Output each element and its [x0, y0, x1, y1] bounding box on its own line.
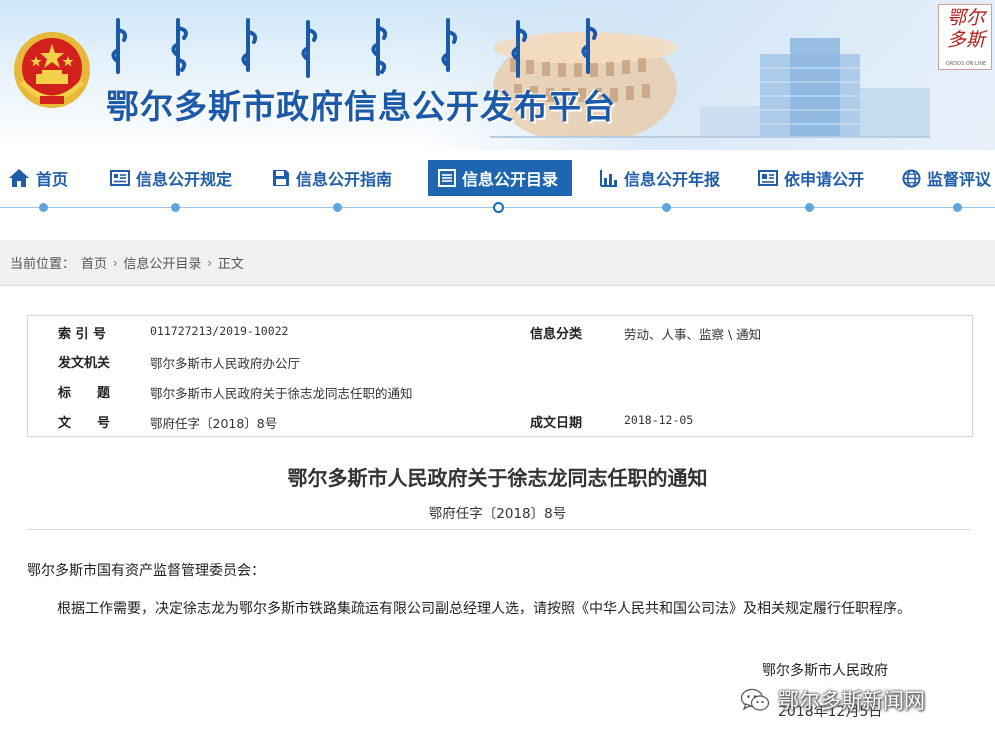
ordos-online-logo[interactable]: 鄂尔多斯 ORDOS ON LINE [938, 4, 992, 70]
nav-dot [953, 203, 962, 212]
docno-value: 鄂府任字〔2018〕8号 [150, 416, 278, 431]
main-nav: 首页 信息公开规定 信息公开指南 信息公开目录 信息公开年报 依申请公开 监督评… [0, 155, 995, 217]
date-value: 2018-12-05 [624, 413, 694, 427]
nav-item-label: 信息公开目录 [462, 170, 559, 189]
docno-label: 文 号 [58, 416, 111, 431]
nav-dot [171, 203, 180, 212]
bar-chart-icon [600, 170, 617, 187]
document-body: 根据工作需要，决定徐志龙为鄂尔多斯市铁路集疏运有限公司副总经理人选，请按照《中华… [57, 601, 911, 617]
nav-dot [39, 203, 48, 212]
site-title: 鄂尔多斯市政府信息公开发布平台 [106, 87, 616, 126]
category-value: 劳动、人事、监察 \ 通知 [624, 327, 762, 342]
breadcrumb-current: 正文 [217, 256, 244, 271]
info-row-issuer: 发文机关 鄂尔多斯市人民政府办公厅 [28, 346, 974, 376]
wechat-icon [740, 688, 770, 711]
nav-item-annual-report[interactable]: 信息公开年报 [600, 160, 720, 196]
nav-dot [333, 203, 342, 212]
breadcrumb-catalog[interactable]: 信息公开目录 [123, 253, 201, 272]
index-label: 索 引 号 [58, 327, 107, 342]
chevron-right-icon: › [113, 255, 118, 270]
document-number: 鄂府任字〔2018〕8号 [428, 506, 567, 522]
breadcrumb-prefix: 当前位置： [10, 256, 76, 271]
document-icon [110, 170, 130, 186]
home-icon [9, 169, 29, 187]
breadcrumb-home[interactable]: 首页 [81, 253, 107, 272]
list-icon [438, 169, 456, 187]
watermark: 鄂尔多斯新闻网 [740, 684, 925, 716]
document-addressee: 鄂尔多斯市国有资产监督管理委员会： [27, 563, 265, 579]
nav-item-catalog[interactable]: 信息公开目录 [428, 160, 573, 196]
watermark-text: 鄂尔多斯新闻网 [778, 689, 925, 713]
info-row-title: 标 题 鄂尔多斯市人民政府关于徐志龙同志任职的通知 [28, 376, 974, 406]
mongolian-script-graphic [111, 18, 598, 78]
divider [27, 529, 971, 530]
nav-item-guide[interactable]: 信息公开指南 [272, 160, 392, 196]
nav-item-label: 首页 [36, 170, 69, 189]
chevron-right-icon: › [207, 255, 212, 270]
nav-item-rules[interactable]: 信息公开规定 [110, 160, 232, 196]
site-banner: 鄂尔多斯市政府信息公开发布平台 鄂尔多斯 ORDOS ON LINE [0, 0, 995, 150]
nav-item-label: 信息公开指南 [296, 170, 393, 189]
card-icon [758, 170, 778, 186]
nav-item-supervision[interactable]: 监督评议 [902, 160, 991, 196]
document-info-table: 索 引 号 011727213/2019-10022 信息分类 劳动、人事、监察… [27, 315, 973, 437]
document-signature: 鄂尔多斯市人民政府 [762, 663, 888, 679]
save-icon [273, 170, 289, 186]
info-row-docno: 文 号 鄂府任字〔2018〕8号 成文日期 2018-12-05 [28, 406, 974, 436]
globe-icon [902, 168, 921, 188]
document-title: 鄂尔多斯市人民政府关于徐志龙同志任职的通知 [287, 466, 708, 490]
nav-dot [662, 203, 671, 212]
nav-item-apply[interactable]: 依申请公开 [758, 160, 864, 196]
logo-text: 鄂尔多斯 [946, 7, 985, 51]
index-value: 011727213/2019-10022 [150, 324, 289, 338]
nav-item-label: 依申请公开 [784, 170, 865, 189]
date-label: 成文日期 [530, 416, 583, 431]
logo-subtext: ORDOS ON LINE [945, 61, 987, 67]
issuer-label: 发文机关 [58, 356, 111, 371]
nav-item-label: 信息公开规定 [136, 170, 233, 189]
nav-dot [805, 203, 814, 212]
nav-dot-active [493, 202, 504, 213]
nav-item-home[interactable]: 首页 [8, 160, 68, 196]
nav-item-label: 监督评议 [927, 170, 992, 189]
national-emblem-icon [14, 32, 90, 108]
title-value: 鄂尔多斯市人民政府关于徐志龙同志任职的通知 [150, 386, 413, 401]
breadcrumb: 当前位置： 首页 › 信息公开目录 › 正文 [0, 240, 995, 286]
nav-item-label: 信息公开年报 [624, 170, 721, 189]
category-label: 信息分类 [530, 327, 583, 342]
title-label: 标 题 [58, 386, 111, 401]
info-row-index: 索 引 号 011727213/2019-10022 信息分类 劳动、人事、监察… [28, 317, 974, 347]
issuer-value: 鄂尔多斯市人民政府办公厅 [150, 356, 301, 371]
